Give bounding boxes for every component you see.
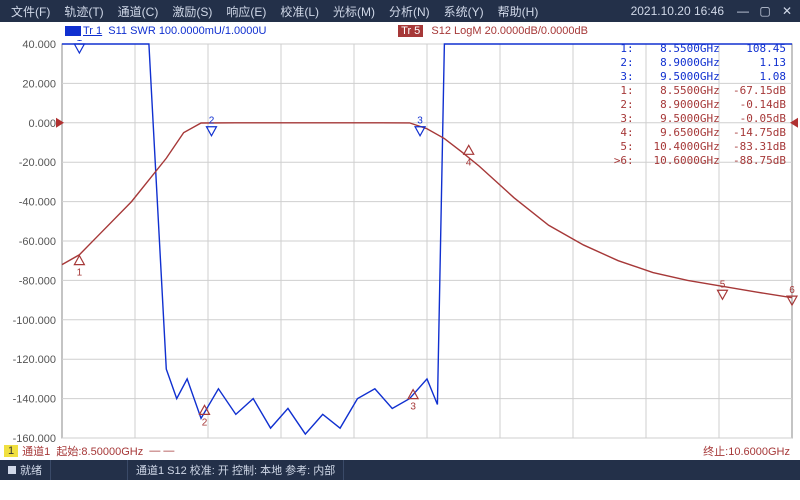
menu-item[interactable]: 文件(F) <box>4 5 57 19</box>
channel-badge: 1 <box>4 445 18 457</box>
svg-text:5: 5 <box>720 279 726 290</box>
svg-text:1: 1 <box>77 40 83 44</box>
status-bar: 就绪 通道1 S12 校准: 开 控制: 本地 参考: 内部 <box>0 460 800 480</box>
menu-item[interactable]: 分析(N) <box>382 5 437 19</box>
minimize-icon[interactable]: — <box>734 4 752 18</box>
timestamp: 2021.10.20 16:46 <box>625 4 730 18</box>
trace1-label[interactable]: Tr 1 S11 SWR 100.0000mU/1.0000U <box>65 25 266 37</box>
menu-item[interactable]: 校准(L) <box>273 5 326 19</box>
svg-text:1: 1 <box>77 268 83 279</box>
marker-row: 2: 8.9000GHz 1.13 <box>614 56 786 70</box>
svg-text:-120.000: -120.000 <box>13 354 56 366</box>
channel-info: 1 通道1 起始:8.50000GHz — — 终止:10.6000GHz <box>0 442 800 460</box>
menu-item[interactable]: 帮助(H) <box>491 5 546 19</box>
maximize-icon[interactable]: ▢ <box>756 4 774 18</box>
trace5-label[interactable]: Tr 5 S12 LogM 20.0000dB/0.0000dB <box>398 25 588 37</box>
marker-row: >6: 10.6000GHz -88.75dB <box>614 154 786 168</box>
svg-text:40.000: 40.000 <box>22 40 56 51</box>
status-detail: 通道1 S12 校准: 开 控制: 本地 参考: 内部 <box>128 460 344 480</box>
menu-item[interactable]: 通道(C) <box>111 5 166 19</box>
svg-text:-80.000: -80.000 <box>19 275 56 287</box>
marker-table: 1: 8.5500GHz 108.45 2: 8.9000GHz 1.13 3:… <box>614 42 786 168</box>
menu-item[interactable]: 响应(E) <box>219 5 273 19</box>
trace-header: Tr 1 S11 SWR 100.0000mU/1.0000U Tr 5 S12… <box>0 22 800 40</box>
plot-area[interactable]: -160.000-140.000-120.000-100.000-80.000-… <box>0 40 800 460</box>
marker-row: 5: 10.4000GHz -83.31dB <box>614 140 786 154</box>
close-icon[interactable]: ✕ <box>778 4 796 18</box>
marker-row: 3: 9.5000GHz 1.08 <box>614 70 786 84</box>
svg-text:-20.000: -20.000 <box>19 157 56 169</box>
menu-item[interactable]: 轨迹(T) <box>57 5 110 19</box>
marker-row: 4: 9.6500GHz -14.75dB <box>614 126 786 140</box>
svg-text:2: 2 <box>209 116 215 127</box>
menu-item[interactable]: 光标(M) <box>326 5 382 19</box>
svg-text:2: 2 <box>202 417 208 428</box>
svg-text:0.000: 0.000 <box>28 118 56 130</box>
svg-text:6: 6 <box>789 285 795 296</box>
marker-row: 1: 8.5500GHz 108.45 <box>614 42 786 56</box>
svg-text:4: 4 <box>466 157 472 168</box>
svg-text:3: 3 <box>410 402 416 413</box>
status-ready: 就绪 <box>0 460 51 480</box>
grid-icon <box>8 466 16 474</box>
svg-text:3: 3 <box>417 116 423 127</box>
svg-text:-140.000: -140.000 <box>13 394 56 406</box>
menu-bar: 文件(F)轨迹(T)通道(C)激励(S)响应(E)校准(L)光标(M)分析(N)… <box>0 0 800 22</box>
svg-text:-60.000: -60.000 <box>19 236 56 248</box>
menu-item[interactable]: 激励(S) <box>165 5 219 19</box>
marker-row: 2: 8.9000GHz -0.14dB <box>614 98 786 112</box>
marker-row: 1: 8.5500GHz -67.15dB <box>614 84 786 98</box>
menu-item[interactable]: 系统(Y) <box>437 5 491 19</box>
svg-text:-100.000: -100.000 <box>13 315 56 327</box>
svg-text:-40.000: -40.000 <box>19 197 56 209</box>
svg-text:20.000: 20.000 <box>22 78 56 90</box>
marker-row: 3: 9.5000GHz -0.05dB <box>614 112 786 126</box>
